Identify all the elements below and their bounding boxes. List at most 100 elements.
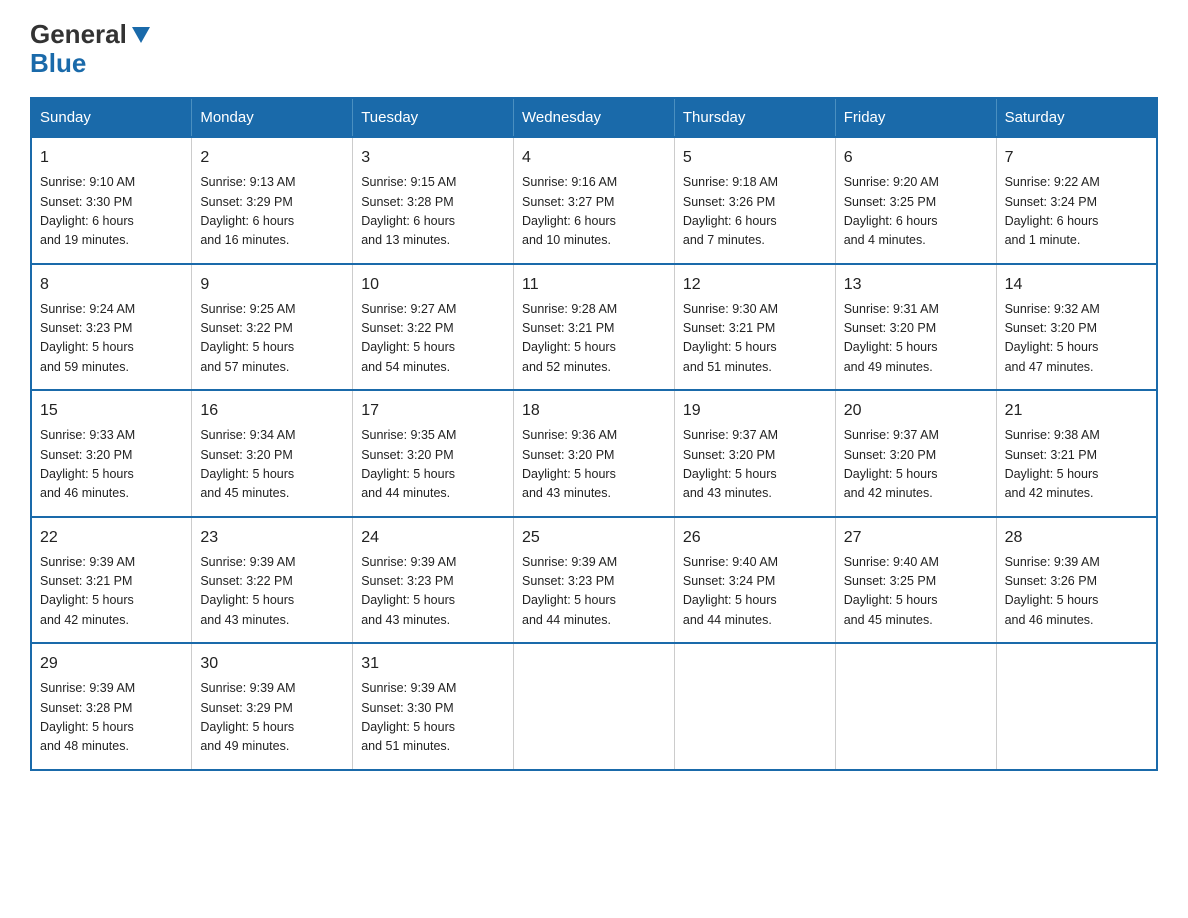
- day-number: 14: [1005, 273, 1148, 297]
- day-number: 18: [522, 399, 666, 423]
- calendar-day-cell: 7 Sunrise: 9:22 AMSunset: 3:24 PMDaylight…: [996, 137, 1157, 264]
- day-number: 1: [40, 146, 183, 170]
- calendar-day-cell: 18Sunrise: 9:36 AMSunset: 3:20 PMDayligh…: [514, 390, 675, 517]
- calendar-day-cell: 25Sunrise: 9:39 AMSunset: 3:23 PMDayligh…: [514, 517, 675, 644]
- day-info: Sunrise: 9:35 AMSunset: 3:20 PMDaylight:…: [361, 426, 505, 504]
- day-number: 23: [200, 526, 344, 550]
- day-info: Sunrise: 9:30 AMSunset: 3:21 PMDaylight:…: [683, 300, 827, 378]
- calendar-day-cell: 3 Sunrise: 9:15 AMSunset: 3:28 PMDaylight…: [353, 137, 514, 264]
- empty-day-cell: [674, 643, 835, 770]
- day-info: Sunrise: 9:33 AMSunset: 3:20 PMDaylight:…: [40, 426, 183, 504]
- weekday-header-sunday: Sunday: [31, 98, 192, 137]
- day-number: 22: [40, 526, 183, 550]
- day-info: Sunrise: 9:34 AMSunset: 3:20 PMDaylight:…: [200, 426, 344, 504]
- day-info: Sunrise: 9:39 AMSunset: 3:23 PMDaylight:…: [522, 553, 666, 631]
- day-number: 4: [522, 146, 666, 170]
- calendar-day-cell: 20 Sunrise: 9:37 AMSunset: 3:20 PMDayligh…: [835, 390, 996, 517]
- empty-day-cell: [996, 643, 1157, 770]
- day-info: Sunrise: 9:38 AMSunset: 3:21 PMDaylight:…: [1005, 426, 1148, 504]
- calendar-day-cell: 6Sunrise: 9:20 AMSunset: 3:25 PMDaylight…: [835, 137, 996, 264]
- day-info: Sunrise: 9:15 AMSunset: 3:28 PMDaylight:…: [361, 173, 505, 251]
- day-info: Sunrise: 9:39 AMSunset: 3:26 PMDaylight:…: [1005, 553, 1148, 631]
- day-info: Sunrise: 9:39 AMSunset: 3:21 PMDaylight:…: [40, 553, 183, 631]
- weekday-header-saturday: Saturday: [996, 98, 1157, 137]
- empty-day-cell: [835, 643, 996, 770]
- day-number: 2: [200, 146, 344, 170]
- calendar-day-cell: 31 Sunrise: 9:39 AMSunset: 3:30 PMDayligh…: [353, 643, 514, 770]
- day-number: 12: [683, 273, 827, 297]
- day-number: 24: [361, 526, 505, 550]
- day-number: 9: [200, 273, 344, 297]
- day-info: Sunrise: 9:39 AMSunset: 3:28 PMDaylight:…: [40, 679, 183, 757]
- calendar-day-cell: 5 Sunrise: 9:18 AMSunset: 3:26 PMDaylight…: [674, 137, 835, 264]
- day-number: 20: [844, 399, 988, 423]
- calendar-table: SundayMondayTuesdayWednesdayThursdayFrid…: [30, 97, 1158, 771]
- calendar-day-cell: 19 Sunrise: 9:37 AMSunset: 3:20 PMDayligh…: [674, 390, 835, 517]
- logo-general: General: [30, 20, 127, 49]
- calendar-week-row: 8 Sunrise: 9:24 AMSunset: 3:23 PMDaylight…: [31, 264, 1157, 391]
- day-number: 21: [1005, 399, 1148, 423]
- day-number: 31: [361, 652, 505, 676]
- weekday-header-thursday: Thursday: [674, 98, 835, 137]
- day-number: 27: [844, 526, 988, 550]
- day-number: 10: [361, 273, 505, 297]
- day-info: Sunrise: 9:37 AMSunset: 3:20 PMDaylight:…: [844, 426, 988, 504]
- day-number: 11: [522, 273, 666, 297]
- day-number: 8: [40, 273, 183, 297]
- calendar-day-cell: 1 Sunrise: 9:10 AMSunset: 3:30 PMDaylight…: [31, 137, 192, 264]
- calendar-day-cell: 15 Sunrise: 9:33 AMSunset: 3:20 PMDayligh…: [31, 390, 192, 517]
- calendar-week-row: 15 Sunrise: 9:33 AMSunset: 3:20 PMDayligh…: [31, 390, 1157, 517]
- calendar-day-cell: 13 Sunrise: 9:31 AMSunset: 3:20 PMDayligh…: [835, 264, 996, 391]
- day-info: Sunrise: 9:22 AMSunset: 3:24 PMDaylight:…: [1005, 173, 1148, 251]
- day-number: 29: [40, 652, 183, 676]
- day-info: Sunrise: 9:13 AMSunset: 3:29 PMDaylight:…: [200, 173, 344, 251]
- calendar-day-cell: 17 Sunrise: 9:35 AMSunset: 3:20 PMDayligh…: [353, 390, 514, 517]
- calendar-day-cell: 26 Sunrise: 9:40 AMSunset: 3:24 PMDayligh…: [674, 517, 835, 644]
- day-info: Sunrise: 9:39 AMSunset: 3:30 PMDaylight:…: [361, 679, 505, 757]
- day-info: Sunrise: 9:32 AMSunset: 3:20 PMDaylight:…: [1005, 300, 1148, 378]
- logo-blue: Blue: [30, 48, 86, 78]
- day-info: Sunrise: 9:39 AMSunset: 3:29 PMDaylight:…: [200, 679, 344, 757]
- calendar-day-cell: 30 Sunrise: 9:39 AMSunset: 3:29 PMDayligh…: [192, 643, 353, 770]
- calendar-week-row: 22 Sunrise: 9:39 AMSunset: 3:21 PMDayligh…: [31, 517, 1157, 644]
- day-number: 3: [361, 146, 505, 170]
- day-number: 17: [361, 399, 505, 423]
- day-info: Sunrise: 9:37 AMSunset: 3:20 PMDaylight:…: [683, 426, 827, 504]
- calendar-day-cell: 4Sunrise: 9:16 AMSunset: 3:27 PMDaylight…: [514, 137, 675, 264]
- calendar-day-cell: 29 Sunrise: 9:39 AMSunset: 3:28 PMDayligh…: [31, 643, 192, 770]
- calendar-day-cell: 9 Sunrise: 9:25 AMSunset: 3:22 PMDaylight…: [192, 264, 353, 391]
- day-info: Sunrise: 9:18 AMSunset: 3:26 PMDaylight:…: [683, 173, 827, 251]
- calendar-day-cell: 23 Sunrise: 9:39 AMSunset: 3:22 PMDayligh…: [192, 517, 353, 644]
- logo: General Blue: [30, 20, 150, 77]
- weekday-header-wednesday: Wednesday: [514, 98, 675, 137]
- day-number: 28: [1005, 526, 1148, 550]
- day-number: 13: [844, 273, 988, 297]
- calendar-day-cell: 24Sunrise: 9:39 AMSunset: 3:23 PMDayligh…: [353, 517, 514, 644]
- calendar-day-cell: 28 Sunrise: 9:39 AMSunset: 3:26 PMDayligh…: [996, 517, 1157, 644]
- logo-triangle-icon: [132, 27, 150, 43]
- day-info: Sunrise: 9:24 AMSunset: 3:23 PMDaylight:…: [40, 300, 183, 378]
- calendar-day-cell: 16 Sunrise: 9:34 AMSunset: 3:20 PMDayligh…: [192, 390, 353, 517]
- day-number: 19: [683, 399, 827, 423]
- calendar-day-cell: 12 Sunrise: 9:30 AMSunset: 3:21 PMDayligh…: [674, 264, 835, 391]
- day-info: Sunrise: 9:28 AMSunset: 3:21 PMDaylight:…: [522, 300, 666, 378]
- day-info: Sunrise: 9:40 AMSunset: 3:24 PMDaylight:…: [683, 553, 827, 631]
- day-number: 26: [683, 526, 827, 550]
- weekday-header-friday: Friday: [835, 98, 996, 137]
- calendar-day-cell: 10Sunrise: 9:27 AMSunset: 3:22 PMDayligh…: [353, 264, 514, 391]
- day-info: Sunrise: 9:31 AMSunset: 3:20 PMDaylight:…: [844, 300, 988, 378]
- day-number: 7: [1005, 146, 1148, 170]
- calendar-day-cell: 14 Sunrise: 9:32 AMSunset: 3:20 PMDayligh…: [996, 264, 1157, 391]
- empty-day-cell: [514, 643, 675, 770]
- day-info: Sunrise: 9:39 AMSunset: 3:22 PMDaylight:…: [200, 553, 344, 631]
- weekday-header-monday: Monday: [192, 98, 353, 137]
- day-info: Sunrise: 9:25 AMSunset: 3:22 PMDaylight:…: [200, 300, 344, 378]
- day-number: 15: [40, 399, 183, 423]
- day-number: 30: [200, 652, 344, 676]
- day-number: 16: [200, 399, 344, 423]
- day-info: Sunrise: 9:10 AMSunset: 3:30 PMDaylight:…: [40, 173, 183, 251]
- calendar-week-row: 1 Sunrise: 9:10 AMSunset: 3:30 PMDaylight…: [31, 137, 1157, 264]
- calendar-week-row: 29 Sunrise: 9:39 AMSunset: 3:28 PMDayligh…: [31, 643, 1157, 770]
- day-number: 5: [683, 146, 827, 170]
- calendar-day-cell: 22 Sunrise: 9:39 AMSunset: 3:21 PMDayligh…: [31, 517, 192, 644]
